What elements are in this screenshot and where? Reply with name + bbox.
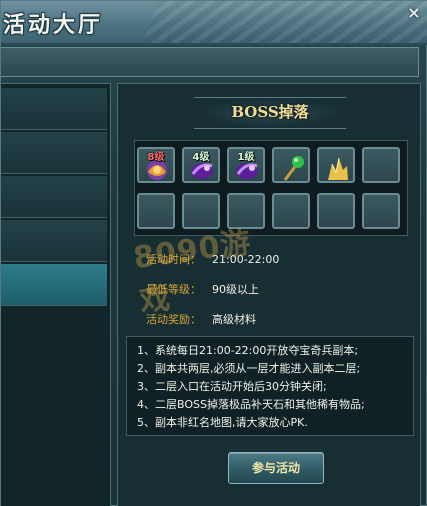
close-icon[interactable]: ×	[402, 3, 426, 23]
drop-slot[interactable]: 1级	[227, 147, 265, 183]
activity-list-item-selected[interactable]	[1, 264, 107, 306]
reward-value: 高级材料	[212, 313, 256, 326]
activity-list-item[interactable]	[1, 88, 107, 130]
rule-line: 1、系统每日21:00-22:00开放夺宝奇兵副本;	[137, 344, 359, 357]
activity-hall-window: 活动大厅 × BOSS掉落 8级 4级 1级 活动时间： 21:00-22:00…	[0, 0, 427, 506]
toolbar-strip	[1, 47, 419, 77]
rule-line: 2、副本共两层,必须从一层才能进入副本二层;	[137, 362, 361, 375]
activity-list-item[interactable]	[1, 176, 107, 218]
join-activity-button[interactable]: 参与活动	[228, 452, 324, 484]
drop-slot[interactable]	[317, 147, 355, 183]
drop-slot-empty[interactable]	[137, 193, 175, 229]
activity-list-item[interactable]	[1, 220, 107, 262]
drop-slot[interactable]: 8级	[137, 147, 175, 183]
gold-crystal-ore-icon	[328, 157, 348, 180]
window-title: 活动大厅	[3, 13, 104, 38]
title-bar[interactable]: 活动大厅 ×	[1, 1, 427, 45]
green-jade-staff-icon	[283, 156, 304, 181]
rule-line: 5、副本非红名地图,请大家放心PK.	[137, 416, 308, 429]
slot-level-label: 1级	[237, 152, 255, 163]
drop-slot[interactable]: 4级	[182, 147, 220, 183]
rule-line: 3、二层入口在活动开始后30分钟关闭;	[137, 380, 327, 393]
activity-rules-box: 1、系统每日21:00-22:00开放夺宝奇兵副本; 2、副本共两层,必须从一层…	[126, 336, 414, 436]
drop-slot-empty[interactable]	[317, 193, 355, 229]
slot-level-label: 8级	[147, 152, 165, 163]
slot-level-label: 4级	[192, 152, 210, 163]
drop-slot-empty[interactable]	[272, 193, 310, 229]
rule-line: 4、二层BOSS掉落极品补天石和其他稀有物品;	[137, 398, 365, 411]
min-level-value: 90级以上	[212, 283, 259, 296]
drop-item-grid: 8级 4级 1级	[134, 140, 408, 236]
activity-list	[1, 83, 111, 506]
boss-drop-title: BOSS掉落	[231, 103, 309, 121]
drop-slot-empty[interactable]	[362, 147, 400, 183]
drop-slot[interactable]	[272, 147, 310, 183]
drop-slot-empty[interactable]	[362, 193, 400, 229]
activity-list-item[interactable]	[1, 132, 107, 174]
